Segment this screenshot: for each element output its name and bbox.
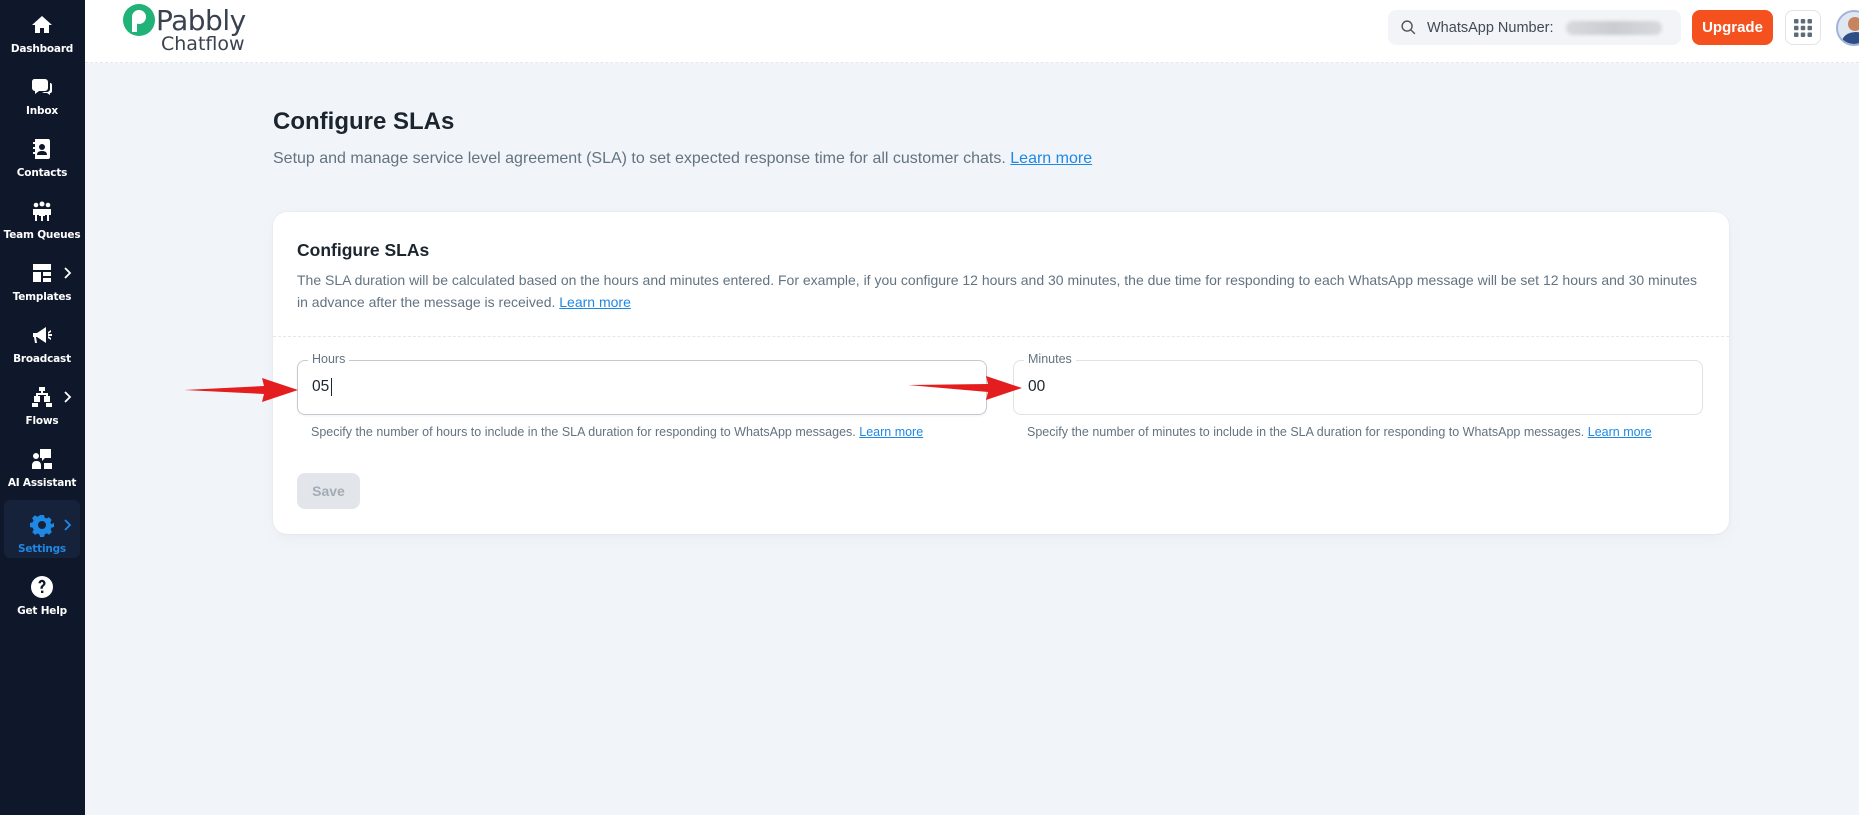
minutes-input[interactable] [1028,378,1668,396]
sidebar-item-label: Inbox [26,105,58,117]
sidebar-item-label: Settings [18,543,66,555]
minutes-learn-more-link[interactable]: Learn more [1588,425,1652,439]
sidebar-item-label: Broadcast [13,353,71,365]
apps-grid-button[interactable] [1785,10,1821,45]
chevron-right-icon [62,390,72,404]
ai-assistant-icon [29,446,55,472]
blurred-phone-number [1565,20,1662,35]
red-arrow-annotation-minutes [908,376,1022,400]
chevron-right-icon [62,266,72,280]
hours-input[interactable] [312,378,952,396]
top-header: Pabbly Chatflow WhatsApp Number: Upgrade [85,0,1859,63]
sidebar-item-get-help[interactable]: Get Help [4,562,80,620]
user-avatar[interactable] [1836,10,1859,46]
page-description: Setup and manage service level agreement… [273,150,1092,168]
sidebar-item-label: Contacts [16,167,68,179]
card-description-text: The SLA duration will be calculated base… [297,272,1698,310]
minutes-label: Minutes [1024,352,1076,366]
sidebar-item-label: Templates [12,291,72,303]
team-icon [29,198,55,224]
sidebar-item-label: Team Queues [3,229,81,241]
card-learn-more-link[interactable]: Learn more [559,294,631,310]
sidebar-item-broadcast[interactable]: Broadcast [4,310,80,368]
hours-helper-text: Specify the number of hours to include i… [311,425,923,439]
sidebar-item-templates[interactable]: Templates [4,248,80,306]
minutes-helper-text: Specify the number of minutes to include… [1027,425,1652,439]
chat-icon [29,74,55,100]
upgrade-button[interactable]: Upgrade [1692,10,1773,45]
save-button[interactable]: Save [297,473,360,509]
home-icon [29,12,55,38]
sidebar-item-dashboard[interactable]: Dashboard [4,0,80,58]
logo-subtitle: Chatflow [161,33,245,55]
megaphone-icon [29,322,55,348]
red-arrow-annotation-hours [184,378,298,402]
sidebar-item-settings[interactable]: Settings [4,500,80,558]
minutes-helper: Specify the number of minutes to include… [1027,425,1585,439]
pabbly-chatflow-logo[interactable]: Pabbly Chatflow [123,2,253,55]
card-divider [273,336,1729,337]
sidebar-item-flows[interactable]: Flows [4,372,80,430]
sidebar-item-contacts[interactable]: Contacts [4,124,80,182]
hours-helper: Specify the number of hours to include i… [311,425,856,439]
hours-learn-more-link[interactable]: Learn more [859,425,923,439]
sidebar-item-ai-assistant[interactable]: AI Assistant [4,434,80,492]
text-cursor [331,378,332,396]
whatsapp-number-selector[interactable]: WhatsApp Number: [1388,10,1681,45]
sidebar-item-label: Flows [25,415,59,427]
flow-icon [29,384,55,410]
page-description-text: Setup and manage service level agreement… [273,150,1006,167]
logo-mark-icon [123,4,155,36]
hours-label: Hours [308,352,350,366]
minutes-field[interactable]: Minutes [1013,352,1703,415]
card-title: Configure SLAs [297,240,430,260]
sidebar-item-team-queues[interactable]: Team Queues [3,186,81,244]
page-title: Configure SLAs [273,108,455,135]
gear-icon [29,512,55,538]
chevron-right-icon [62,518,72,532]
sidebar-item-inbox[interactable]: Inbox [4,62,80,120]
sidebar-item-label: Get Help [17,605,67,617]
grid-icon [1794,18,1812,37]
sidebar-item-label: AI Assistant [7,477,77,489]
card-description: The SLA duration will be calculated base… [297,269,1707,313]
sidebar-item-label: Dashboard [10,43,74,55]
contact-book-icon [29,136,55,162]
page-learn-more-link[interactable]: Learn more [1010,150,1092,167]
hours-field[interactable]: Hours [297,352,987,415]
sidebar: Dashboard Inbox Contacts Team Queues Tem… [0,0,85,815]
help-icon [29,574,55,600]
whatsapp-number-label: WhatsApp Number: [1427,19,1554,36]
template-icon [29,260,55,286]
search-icon [1401,20,1416,35]
